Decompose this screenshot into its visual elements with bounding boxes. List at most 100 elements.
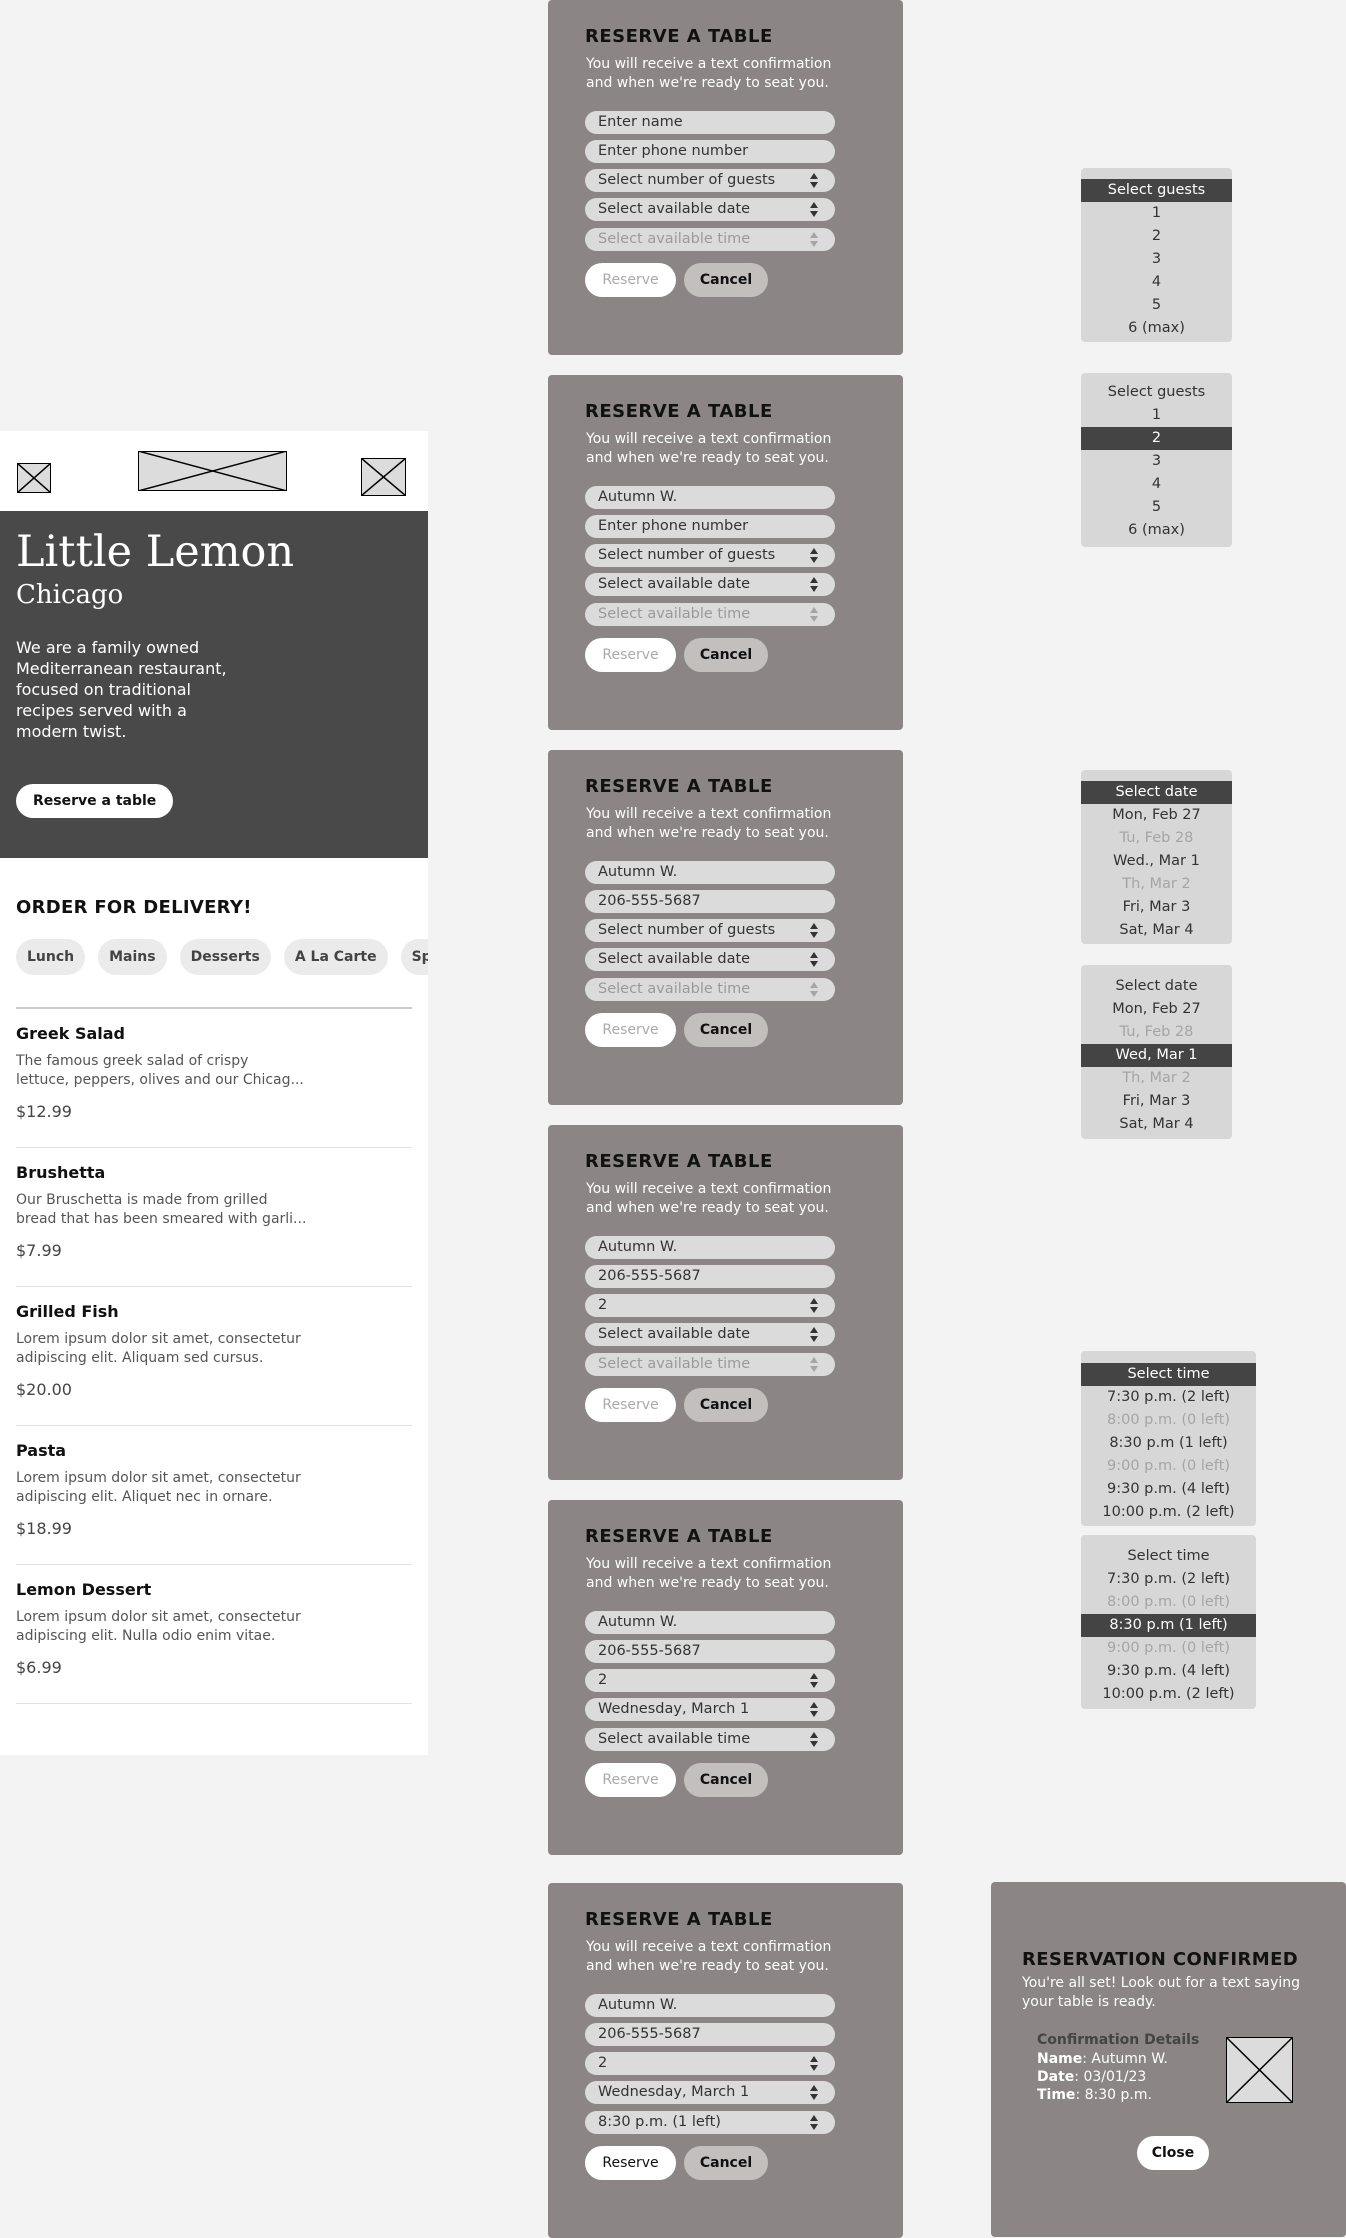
dropdown-option[interactable]: 1 (1081, 202, 1232, 225)
dropdown-option[interactable]: 10:00 p.m. (2 left) (1081, 1501, 1256, 1524)
guests-select[interactable]: 2 (585, 1669, 835, 1692)
phone-field[interactable]: 206-555-5687 (585, 1265, 835, 1288)
reserve-button[interactable]: Reserve (585, 2146, 676, 2180)
dropdown-option[interactable]: Mon, Feb 27 (1081, 998, 1232, 1021)
category-filter: Lunch Mains Desserts A La Carte Specials (16, 939, 428, 975)
category-chip-a-la-carte[interactable]: A La Carte (283, 939, 388, 975)
select-arrows-icon (810, 923, 818, 938)
dropdown-option[interactable]: Fri, Mar 3 (1081, 896, 1232, 919)
guests-select[interactable]: 2 (585, 2052, 835, 2075)
cancel-button[interactable]: Cancel (684, 1388, 768, 1422)
dropdown-option[interactable]: Fri, Mar 3 (1081, 1090, 1232, 1113)
cancel-button[interactable]: Cancel (684, 1013, 768, 1047)
date-select[interactable]: Wednesday, March 1 (585, 2081, 835, 2104)
dropdown-option[interactable]: Sat, Mar 4 (1081, 1113, 1232, 1136)
dropdown-option[interactable]: 9:30 p.m. (4 left) (1081, 1660, 1256, 1683)
name-field-value: Autumn W. (598, 1239, 678, 1255)
phone-field[interactable]: Enter phone number (585, 515, 835, 538)
dropdown-option[interactable]: 9:30 p.m. (4 left) (1081, 1478, 1256, 1501)
dropdown-option[interactable]: 5 (1081, 294, 1232, 317)
reserve-button[interactable]: Reserve (585, 638, 676, 672)
guests-dropdown: Select guests 1 2 3 4 5 6 (max) (1081, 168, 1232, 342)
dropdown-option[interactable]: 3 (1081, 450, 1232, 473)
dropdown-option[interactable]: 6 (max) (1081, 519, 1232, 542)
category-chip-lunch[interactable]: Lunch (16, 939, 86, 975)
name-field[interactable]: Autumn W. (585, 861, 835, 884)
dropdown-option[interactable]: 6 (max) (1081, 317, 1232, 340)
menu-item-description: Lorem ipsum dolor sit amet, consectetur … (16, 1609, 301, 1644)
time-select[interactable]: Select available time (585, 228, 835, 251)
time-select[interactable]: Select available time (585, 978, 835, 1001)
cart-icon[interactable] (361, 458, 406, 496)
reserve-form-step-1: RESERVE A TABLE You will receive a text … (548, 0, 903, 355)
dropdown-option-disabled: 8:00 p.m. (0 left) (1107, 1594, 1230, 1610)
name-field[interactable]: Autumn W. (585, 486, 835, 509)
dropdown-option[interactable]: 7:30 p.m. (2 left) (1081, 1568, 1256, 1591)
name-field[interactable]: Autumn W. (585, 1994, 835, 2017)
dropdown-option[interactable]: Mon, Feb 27 (1081, 804, 1232, 827)
name-field[interactable]: Autumn W. (585, 1611, 835, 1634)
dropdown-option[interactable]: 8:30 p.m (1 left) (1081, 1432, 1256, 1455)
date-select[interactable]: Select available date (585, 1323, 835, 1346)
date-select-value: Select available date (598, 576, 751, 592)
time-select[interactable]: Select available time (585, 1728, 835, 1751)
close-button[interactable]: Close (1137, 2136, 1209, 2170)
date-select[interactable]: Select available date (585, 948, 835, 971)
dropdown-option[interactable]: 5 (1081, 496, 1232, 519)
menu-item[interactable]: Brushetta Our Bruschetta is made from gr… (16, 1148, 412, 1287)
phone-field[interactable]: 206-555-5687 (585, 2023, 835, 2046)
dropdown-option[interactable]: 10:00 p.m. (2 left) (1081, 1683, 1256, 1706)
guests-select[interactable]: Select number of guests (585, 544, 835, 567)
date-select[interactable]: Select available date (585, 198, 835, 221)
name-field[interactable]: Autumn W. (585, 1236, 835, 1259)
name-field[interactable]: Enter name (585, 111, 835, 134)
dropdown-option[interactable]: Wed., Mar 1 (1081, 850, 1232, 873)
cancel-button[interactable]: Cancel (684, 263, 768, 297)
dropdown-option[interactable]: 4 (1081, 473, 1232, 496)
reserve-button[interactable]: Reserve (585, 263, 676, 297)
select-arrows-icon (810, 232, 818, 247)
menu-item[interactable]: Grilled Fish Lorem ipsum dolor sit amet,… (16, 1287, 412, 1426)
select-arrows-icon (810, 1327, 818, 1342)
time-select[interactable]: Select available time (585, 603, 835, 626)
cancel-button[interactable]: Cancel (684, 2146, 768, 2180)
date-select[interactable]: Select available date (585, 573, 835, 596)
select-arrows-icon (810, 1357, 818, 1372)
time-select[interactable]: Select available time (585, 1353, 835, 1376)
dropdown-option[interactable]: 3 (1081, 248, 1232, 271)
placeholder-image (1226, 2037, 1293, 2103)
reserve-table-button[interactable]: Reserve a table (16, 784, 174, 818)
menu-item[interactable]: Greek Salad The famous greek salad of cr… (16, 1009, 412, 1148)
phone-field-value: 206-555-5687 (598, 893, 701, 909)
reserve-form-step-4: RESERVE A TABLE You will receive a text … (548, 1125, 903, 1480)
menu-icon[interactable] (17, 463, 51, 493)
phone-field[interactable]: 206-555-5687 (585, 1640, 835, 1663)
phone-field[interactable]: 206-555-5687 (585, 890, 835, 913)
phone-field[interactable]: Enter phone number (585, 140, 835, 163)
category-chip-mains[interactable]: Mains (98, 939, 167, 975)
cancel-button[interactable]: Cancel (684, 638, 768, 672)
menu-item[interactable]: Lemon Dessert Lorem ipsum dolor sit amet… (16, 1565, 412, 1704)
dropdown-option[interactable]: 2 (1081, 225, 1232, 248)
reserve-button[interactable]: Reserve (585, 1763, 676, 1797)
category-chip-specials[interactable]: Specials (400, 939, 428, 975)
dropdown-option[interactable]: 4 (1081, 271, 1232, 294)
menu-item-description: Lorem ipsum dolor sit amet, consectetur … (16, 1331, 301, 1366)
date-select[interactable]: Wednesday, March 1 (585, 1698, 835, 1721)
menu-item[interactable]: Pasta Lorem ipsum dolor sit amet, consec… (16, 1426, 412, 1565)
guests-select[interactable]: Select number of guests (585, 169, 835, 192)
guests-select[interactable]: 2 (585, 1294, 835, 1317)
cancel-button[interactable]: Cancel (684, 1763, 768, 1797)
dropdown-option[interactable]: Sat, Mar 4 (1081, 919, 1232, 942)
time-select[interactable]: 8:30 p.m. (1 left) (585, 2111, 835, 2134)
reserve-button[interactable]: Reserve (585, 1388, 676, 1422)
dropdown-option[interactable]: 1 (1081, 404, 1232, 427)
dropdown-option-selected[interactable]: 2 (1081, 427, 1232, 450)
dropdown-header: Select date (1081, 781, 1232, 804)
dropdown-option-selected[interactable]: Wed, Mar 1 (1081, 1044, 1232, 1067)
guests-select[interactable]: Select number of guests (585, 919, 835, 942)
category-chip-desserts[interactable]: Desserts (179, 939, 271, 975)
dropdown-option-selected[interactable]: 8:30 p.m (1 left) (1081, 1614, 1256, 1637)
reserve-button[interactable]: Reserve (585, 1013, 676, 1047)
dropdown-option[interactable]: 7:30 p.m. (2 left) (1081, 1386, 1256, 1409)
